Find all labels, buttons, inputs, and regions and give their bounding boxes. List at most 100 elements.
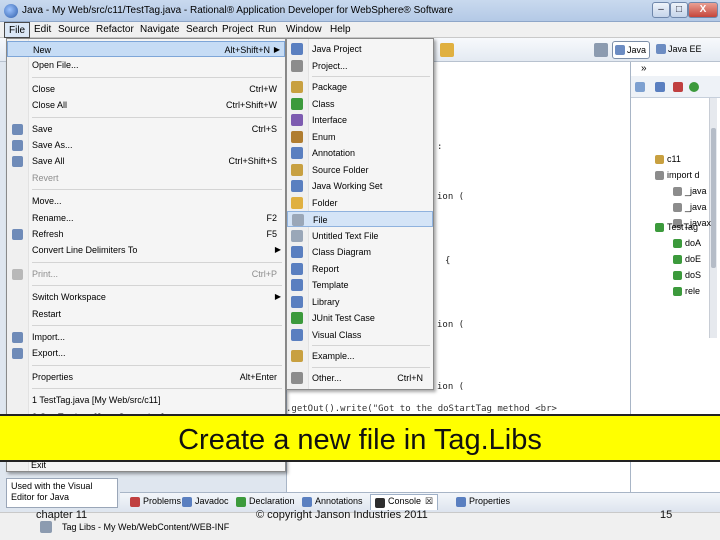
menu-item-label: Annotation [312, 148, 356, 158]
menu-item-label: Close [32, 83, 56, 94]
new-submenu-class[interactable]: Class [287, 96, 433, 112]
new-submenu-other[interactable]: Other... Ctrl+N [287, 370, 433, 386]
menu-run[interactable]: Run [258, 24, 276, 35]
new-submenu-class-diagram[interactable]: Class Diagram [287, 244, 433, 260]
file-menu-convert-line-delimiters-to[interactable]: Convert Line Delimiters To ▶ [7, 242, 285, 258]
sort-icon[interactable] [635, 82, 645, 92]
menu-separator [312, 366, 430, 368]
outline-node-icon [673, 203, 682, 212]
outline-node-icon [655, 155, 664, 164]
new-submenu-annotation[interactable]: Annotation [287, 145, 433, 161]
menu-navigate[interactable]: Navigate [140, 24, 179, 35]
footer-page-number: 15 [660, 509, 673, 521]
menu-project[interactable]: Project [222, 24, 253, 35]
outline-node-rele[interactable]: rele [685, 286, 700, 296]
new-submenu-report[interactable]: Report [287, 261, 433, 277]
menu-item-shortcut: Alt+Shift+N [224, 45, 270, 55]
file-menu-save-as[interactable]: Save As... [7, 137, 285, 153]
file-menu-save-all[interactable]: Save All Ctrl+Shift+S [7, 153, 285, 169]
view-tab-problems[interactable]: Problems [130, 496, 181, 507]
menu-item-shortcut: Ctrl+P [251, 268, 277, 279]
outline-node-dos[interactable]: doS [685, 270, 701, 280]
new-submenu-file[interactable]: File [287, 211, 433, 227]
hide-fields-icon[interactable] [655, 82, 665, 92]
close-button[interactable]: X [688, 2, 718, 18]
file-menu-new[interactable]: New Alt+Shift+N ▶ [7, 41, 285, 57]
view-tab-declaration[interactable]: Declaration [236, 496, 295, 507]
javaee-perspective-icon [656, 44, 666, 54]
new-submenu-template[interactable]: Template [287, 277, 433, 293]
view-tab-properties[interactable]: Properties [456, 496, 510, 507]
new-submenu-interface[interactable]: Interface [287, 112, 433, 128]
menu-item-label: Restart [32, 308, 62, 319]
new-submenu-folder[interactable]: Folder [287, 195, 433, 211]
new-submenu-junit-test-case[interactable]: JUnit Test Case [287, 310, 433, 326]
scroll-thumb[interactable] [711, 128, 716, 268]
view-tab-annotations[interactable]: Annotations [302, 496, 363, 507]
file-menu-restart[interactable]: Restart [7, 306, 285, 322]
outline-node-java[interactable]: _java [685, 186, 707, 196]
close-view-icon[interactable]: ☒ [425, 496, 433, 506]
submenu-arrow-icon: ▶ [273, 45, 280, 54]
outline-node-java[interactable]: _java [685, 202, 707, 212]
menu-item-label: New [33, 45, 52, 55]
new-submenu-source-folder[interactable]: Source Folder [287, 162, 433, 178]
new-submenu-project[interactable]: Project... [287, 58, 433, 74]
menu-item-label: File [313, 215, 328, 225]
menu-file[interactable]: File [4, 22, 31, 38]
file-menu-switch-workspace[interactable]: Switch Workspace ▶ [7, 289, 285, 305]
outline-overflow-tab[interactable]: » [641, 63, 647, 74]
file-menu-export[interactable]: Export... [7, 345, 285, 361]
open-perspective-icon[interactable] [594, 43, 608, 57]
file-menu-exit[interactable]: Exit [6, 458, 126, 474]
file-menu-open-file[interactable]: Open File... [7, 57, 285, 73]
new-submenu-java-working-set[interactable]: Java Working Set [287, 178, 433, 194]
minimize-button[interactable]: – [652, 2, 670, 18]
new-submenu-enum[interactable]: Enum [287, 129, 433, 145]
outline-node-import-d[interactable]: import d [667, 170, 700, 180]
outline-node-doe[interactable]: doE [685, 254, 701, 264]
hide-static-icon[interactable] [673, 82, 683, 92]
file-menu-revert[interactable]: Revert [7, 170, 285, 186]
save-all-icon [12, 156, 23, 168]
new-wizard-icon[interactable] [440, 43, 454, 57]
new-submenu-untitled-text-file[interactable]: Untitled Text File [287, 228, 433, 244]
outline-node-c11[interactable]: c11 [667, 154, 681, 164]
file-menu-refresh[interactable]: Refresh F5 [7, 226, 285, 242]
new-submenu-example[interactable]: Example... [287, 348, 433, 364]
menu-item-shortcut: Alt+Enter [239, 371, 277, 382]
menu-window[interactable]: Window [286, 24, 322, 35]
perspective-javaee-button[interactable]: Java EE [654, 41, 714, 59]
file-menu-move[interactable]: Move... [7, 193, 285, 209]
source-folder-icon [291, 163, 303, 176]
menu-search[interactable]: Search [186, 24, 218, 35]
new-submenu-library[interactable]: Library [287, 294, 433, 310]
perspective-java-button[interactable]: Java [612, 41, 650, 59]
file-menu-1-testtag-java-my-web-src-c11[interactable]: 1 TestTag.java [My Web/src/c11] [7, 392, 285, 408]
file-menu-save[interactable]: Save Ctrl+S [7, 121, 285, 137]
view-tab-console[interactable]: Console ☒ [370, 494, 439, 510]
file-menu-import[interactable]: Import... [7, 329, 285, 345]
new-submenu-java-project[interactable]: Java Project [287, 41, 433, 57]
menu-source[interactable]: Source [58, 24, 90, 35]
class-icon [291, 97, 303, 110]
outline-node-doa[interactable]: doA [685, 238, 701, 248]
new-submenu-visual-class[interactable]: Visual Class [287, 327, 433, 343]
menu-item-label: Refresh [32, 229, 64, 239]
template-icon [291, 279, 303, 291]
file-menu-rename[interactable]: Rename... F2 [7, 210, 285, 226]
file-menu-properties[interactable]: Properties Alt+Enter [7, 369, 285, 385]
menu-item-shortcut: F5 [266, 229, 277, 239]
outline-node-testtag[interactable]: TestTag [667, 222, 698, 232]
hide-nonpublic-icon[interactable] [689, 82, 699, 92]
file-menu-close[interactable]: Close Ctrl+W [7, 81, 285, 97]
view-tab-javadoc[interactable]: Javadoc [182, 496, 229, 507]
menu-edit[interactable]: Edit [34, 24, 51, 35]
menu-item-label: Move... [32, 196, 62, 207]
new-submenu-package[interactable]: Package [287, 79, 433, 95]
maximize-button[interactable]: □ [670, 2, 688, 18]
menu-refactor[interactable]: Refactor [96, 24, 134, 35]
file-menu-close-all[interactable]: Close All Ctrl+Shift+W [7, 97, 285, 113]
menu-help[interactable]: Help [330, 24, 351, 35]
file-menu-print[interactable]: Print... Ctrl+P [7, 266, 285, 282]
